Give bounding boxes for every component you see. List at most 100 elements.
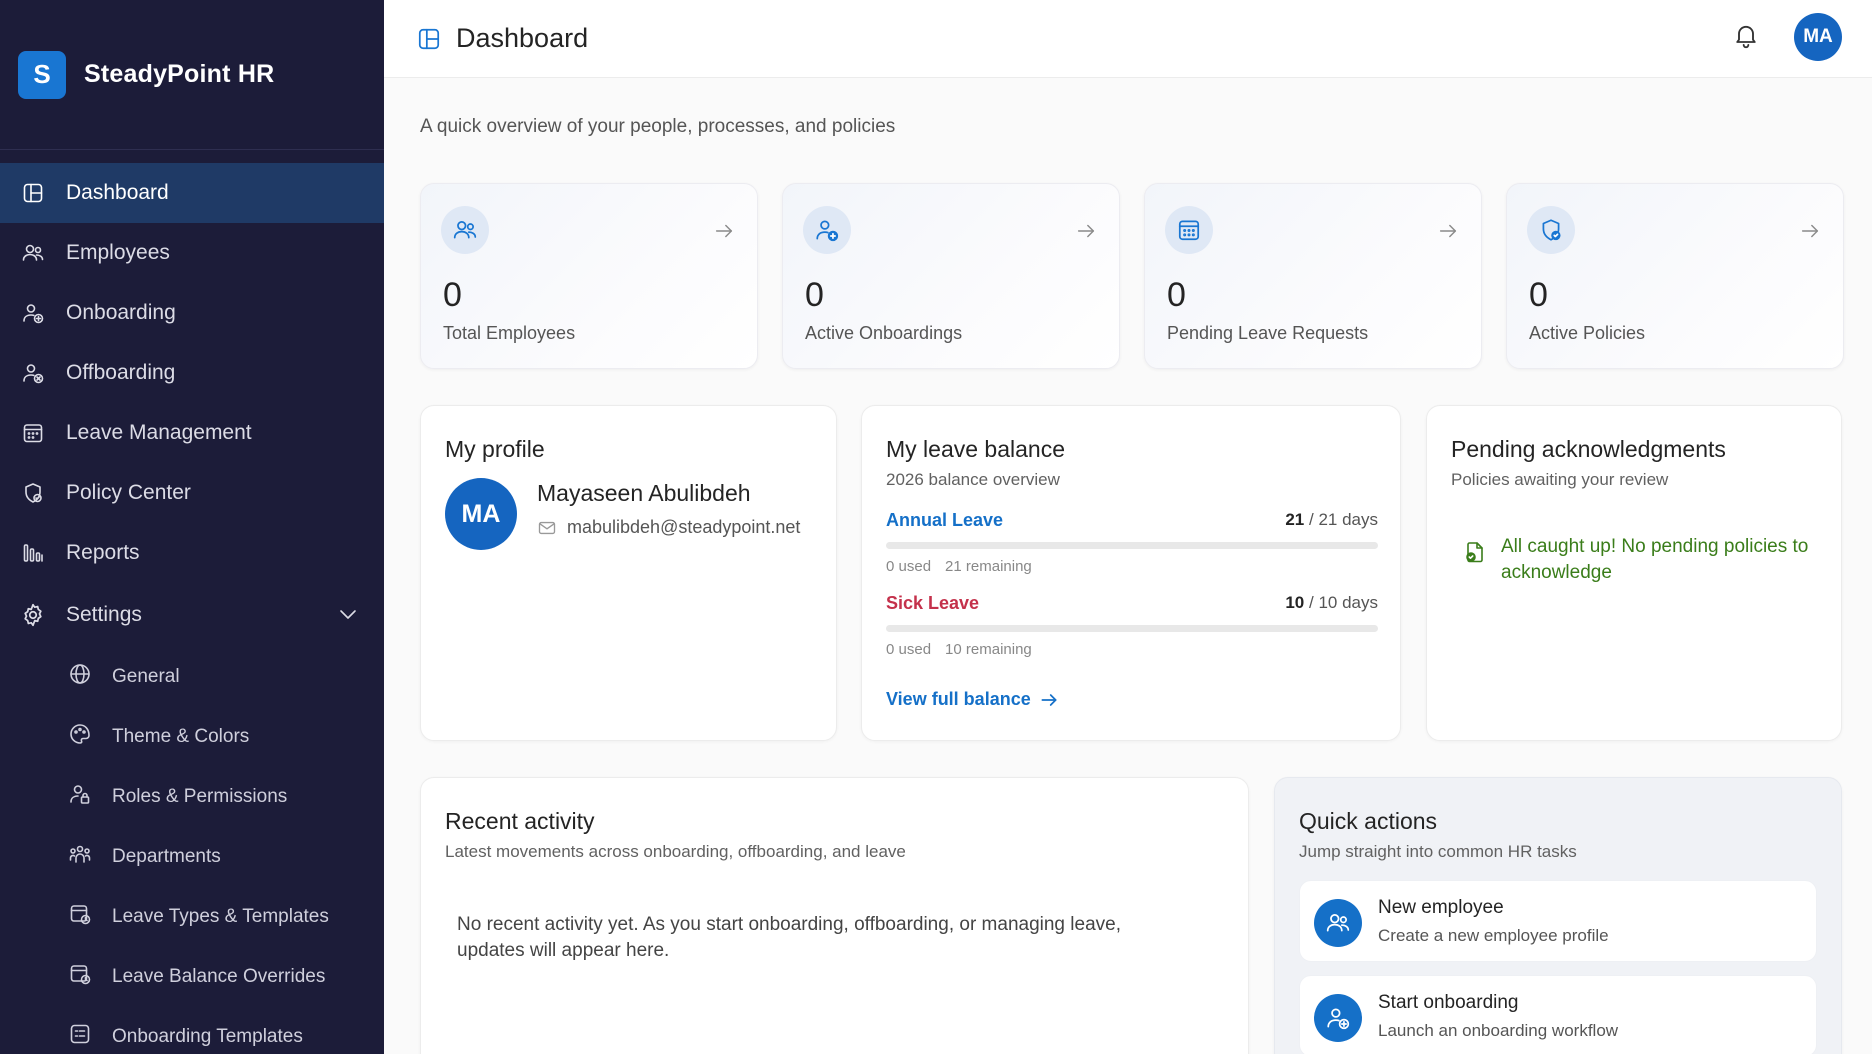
arrow-right-icon bbox=[713, 220, 735, 247]
shield-icon bbox=[20, 480, 46, 506]
person-add-icon bbox=[20, 300, 46, 326]
stat-card-active-onboardings[interactable]: 0 Active Onboardings bbox=[782, 183, 1120, 369]
stat-value: 0 bbox=[1529, 276, 1548, 314]
sidebar-item-reports[interactable]: Reports bbox=[0, 523, 384, 583]
document-check-icon bbox=[1463, 540, 1487, 586]
mail-icon bbox=[537, 518, 557, 538]
gear-icon bbox=[20, 602, 46, 628]
person-add-icon bbox=[803, 206, 851, 254]
profile-name: Mayaseen Abulibdeh bbox=[537, 480, 751, 506]
quick-action-new-employee[interactable]: New employee Create a new employee profi… bbox=[1299, 880, 1817, 962]
pending-acknowledgments-card: Pending acknowledgments Policies awaitin… bbox=[1426, 405, 1842, 741]
sidebar-subitem-theme-colors[interactable]: Theme & Colors bbox=[0, 707, 384, 767]
card-title: Recent activity bbox=[445, 808, 595, 834]
sidebar-subitem-leave-types-templates[interactable]: Leave Types & Templates bbox=[0, 887, 384, 947]
stat-card-pending-leave-requests[interactable]: 0 Pending Leave Requests bbox=[1144, 183, 1482, 369]
card-subtitle: Policies awaiting your review bbox=[1451, 470, 1669, 489]
card-subtitle: Jump straight into common HR tasks bbox=[1299, 842, 1577, 861]
sidebar-item-dashboard[interactable]: Dashboard bbox=[0, 163, 384, 223]
my-profile-card: My profile MA Mayaseen Abulibdeh mabulib… bbox=[420, 405, 837, 741]
sidebar-item-label: Dashboard bbox=[66, 181, 169, 204]
stat-label: Active Onboardings bbox=[805, 323, 963, 343]
sidebar-item-label: Leave Management bbox=[66, 421, 252, 444]
sidebar-item-policy-center[interactable]: Policy Center bbox=[0, 463, 384, 523]
stat-card-active-policies[interactable]: 0 Active Policies bbox=[1506, 183, 1844, 369]
sidebar: S SteadyPoint HR Dashboard Employees Onb… bbox=[0, 0, 384, 1054]
quick-action-title: New employee bbox=[1378, 897, 1504, 918]
sidebar-item-offboarding[interactable]: Offboarding bbox=[0, 343, 384, 403]
page-subtitle: A quick overview of your people, process… bbox=[420, 116, 896, 137]
sidebar-item-label: Employees bbox=[66, 241, 170, 264]
sidebar-subitem-roles-permissions[interactable]: Roles & Permissions bbox=[0, 767, 384, 827]
recent-activity-empty-text: No recent activity yet. As you start onb… bbox=[457, 914, 1121, 961]
quick-actions-card: Quick actions Jump straight into common … bbox=[1274, 777, 1842, 1054]
top-header: Dashboard MA bbox=[384, 0, 1872, 78]
sidebar-subitem-label: General bbox=[112, 666, 180, 687]
view-full-balance-link[interactable]: View full balance bbox=[886, 689, 1059, 710]
sidebar-item-label: Onboarding bbox=[66, 301, 176, 324]
profile-email[interactable]: mabulibdeh@steadypoint.net bbox=[537, 517, 800, 538]
sidebar-item-settings[interactable]: Settings bbox=[0, 583, 384, 647]
sidebar-subitem-leave-balance-overrides[interactable]: Leave Balance Overrides bbox=[0, 947, 384, 1007]
people-icon bbox=[441, 206, 489, 254]
sidebar-item-leave-management[interactable]: Leave Management bbox=[0, 403, 384, 463]
sidebar-subitem-label: Theme & Colors bbox=[112, 726, 250, 747]
card-subtitle: Latest movements across onboarding, offb… bbox=[445, 842, 906, 861]
leave-progress-bar bbox=[886, 625, 1378, 632]
leave-balance-card: My leave balance 2026 balance overview A… bbox=[861, 405, 1401, 741]
leave-row-annual: Annual Leave 21 / 21 days 0 used 21 remai… bbox=[886, 510, 1378, 580]
quick-action-start-onboarding[interactable]: Start onboarding Launch an onboarding wo… bbox=[1299, 975, 1817, 1054]
calendar-clock-icon bbox=[68, 902, 92, 932]
sidebar-item-label: Policy Center bbox=[66, 481, 191, 504]
stat-label: Active Policies bbox=[1529, 323, 1646, 343]
stat-value: 0 bbox=[805, 276, 824, 314]
sidebar-subitem-departments[interactable]: Departments bbox=[0, 827, 384, 887]
stat-label: Total Employees bbox=[443, 323, 576, 343]
arrow-right-icon bbox=[1437, 220, 1459, 247]
dashboard-icon bbox=[20, 180, 46, 206]
quick-action-title: Start onboarding bbox=[1378, 992, 1519, 1013]
all-caught-up-text: All caught up! No pending policies to ac… bbox=[1501, 536, 1809, 583]
card-title: Pending acknowledgments bbox=[1451, 436, 1726, 462]
stat-label: Pending Leave Requests bbox=[1167, 323, 1369, 343]
arrow-right-icon bbox=[1075, 220, 1097, 247]
chevron-down-icon[interactable] bbox=[336, 602, 360, 632]
arrow-right-icon bbox=[1039, 690, 1059, 710]
team-icon bbox=[68, 842, 92, 872]
bar-chart-icon bbox=[20, 540, 46, 566]
sidebar-subitem-onboarding-templates[interactable]: Onboarding Templates bbox=[0, 1007, 384, 1054]
sidebar-nav: Dashboard Employees Onboarding Offboardi… bbox=[0, 150, 384, 1054]
leave-meta: 0 used 21 remaining bbox=[886, 558, 1032, 575]
sidebar-item-label: Reports bbox=[66, 541, 140, 564]
stat-value: 0 bbox=[1167, 276, 1186, 314]
shield-check-icon bbox=[1527, 206, 1575, 254]
quick-action-desc: Create a new employee profile bbox=[1378, 926, 1609, 945]
person-add-icon bbox=[1314, 994, 1362, 1042]
page-title: Dashboard bbox=[456, 23, 589, 53]
brand[interactable]: S SteadyPoint HR bbox=[0, 0, 384, 150]
sidebar-item-label: Settings bbox=[66, 603, 142, 626]
calendar-icon bbox=[1165, 206, 1213, 254]
sidebar-item-onboarding[interactable]: Onboarding bbox=[0, 283, 384, 343]
leave-meta: 0 used 10 remaining bbox=[886, 641, 1032, 658]
person-remove-icon bbox=[20, 360, 46, 386]
people-icon bbox=[20, 240, 46, 266]
leave-progress-bar bbox=[886, 542, 1378, 549]
stat-card-total-employees[interactable]: 0 Total Employees bbox=[420, 183, 758, 369]
person-lock-icon bbox=[68, 782, 92, 812]
user-avatar[interactable]: MA bbox=[1794, 13, 1842, 61]
all-caught-up-message: All caught up! No pending policies to ac… bbox=[1463, 534, 1811, 586]
sidebar-item-employees[interactable]: Employees bbox=[0, 223, 384, 283]
sidebar-item-label: Offboarding bbox=[66, 361, 176, 384]
leave-days: 21 / 21 days bbox=[1285, 510, 1378, 529]
people-icon bbox=[1314, 899, 1362, 947]
card-subtitle: 2026 balance overview bbox=[886, 470, 1060, 489]
globe-icon bbox=[68, 662, 92, 692]
notification-bell-icon[interactable] bbox=[1732, 21, 1760, 54]
dashboard-icon bbox=[416, 26, 442, 52]
arrow-right-icon bbox=[1799, 220, 1821, 247]
sidebar-subitem-label: Leave Types & Templates bbox=[112, 906, 329, 927]
template-icon bbox=[68, 1022, 92, 1052]
sidebar-subitem-general[interactable]: General bbox=[0, 647, 384, 707]
palette-icon bbox=[68, 722, 92, 752]
